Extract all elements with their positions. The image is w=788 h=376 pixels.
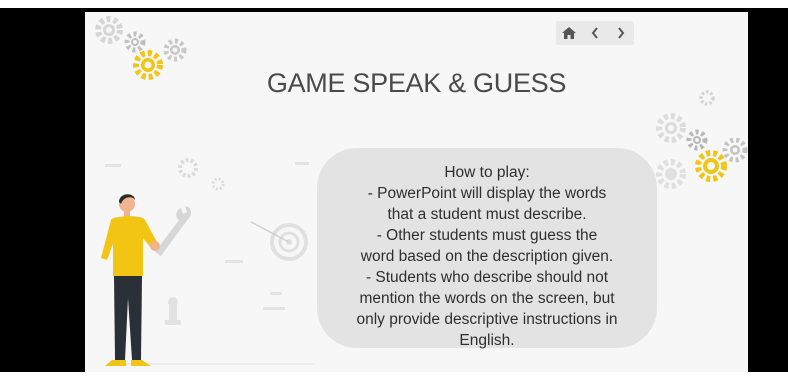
gear-icon: [695, 150, 727, 182]
next-slide-button[interactable]: [610, 22, 632, 44]
gear-icon: [178, 158, 198, 178]
slide-title: GAME SPEAK & GUESS: [266, 68, 567, 98]
gear-icon: [686, 129, 708, 151]
decorative-dash: [105, 164, 121, 167]
shoes: [105, 360, 151, 366]
hand: [150, 241, 160, 251]
gear-icon: [722, 137, 748, 163]
window-top-bar: [0, 0, 788, 8]
chevron-right-icon: [618, 27, 625, 39]
neck: [124, 211, 130, 217]
instruction-line: English.: [459, 332, 515, 349]
target-icon: [250, 221, 308, 261]
slide-navigation: [556, 21, 634, 45]
gear-icon: [656, 159, 686, 189]
presentation-slide: GAME SPEAK & GUESS How to play: - PowerP…: [85, 12, 748, 372]
decorative-dash: [263, 307, 285, 310]
instruction-line: - PowerPoint will display the words: [367, 185, 607, 202]
instruction-line: - Students who describe should not: [365, 269, 609, 286]
person-with-wrench-illustration: [101, 194, 192, 366]
decorative-dash: [270, 292, 282, 295]
wrench-icon: [155, 206, 192, 256]
gear-icon: [163, 38, 187, 62]
instruction-line: word based on the description given.: [360, 248, 614, 265]
window-bottom-bar: [0, 372, 788, 376]
gear-icon: [211, 177, 225, 191]
gear-cluster-right-shapes: [656, 90, 748, 189]
decorative-dash: [295, 162, 309, 165]
gear-icon: [124, 31, 146, 53]
home-button[interactable]: [558, 22, 580, 44]
instruction-line: mention the words on the screen, but: [359, 290, 615, 307]
instruction-line: that a student must describe.: [387, 206, 587, 223]
instruction-line: only provide descriptive instructions in: [356, 311, 618, 328]
trousers: [114, 276, 142, 360]
chevron-left-icon: [591, 27, 598, 39]
sweater: [101, 216, 157, 276]
previous-slide-button[interactable]: [584, 22, 606, 44]
gear-icon: [95, 16, 123, 44]
instruction-line: How to play:: [444, 164, 530, 181]
instruction-line: - Other students must guess the: [376, 227, 598, 244]
instructions-text: How to play: - PowerPoint will display t…: [317, 162, 657, 351]
decorative-dash: [225, 260, 243, 263]
home-icon: [562, 27, 576, 39]
gear-icon: [656, 113, 686, 143]
